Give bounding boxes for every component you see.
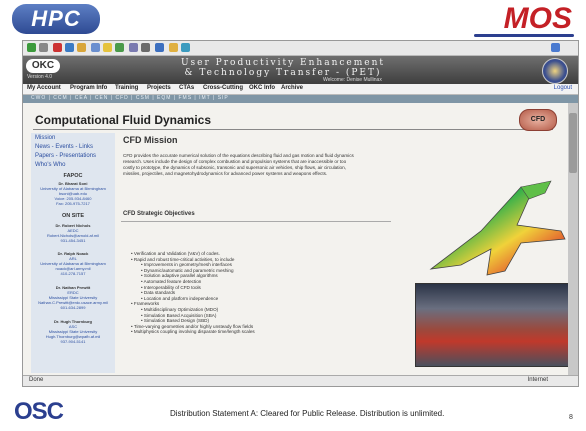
onsite-header: ON SITE <box>61 213 84 219</box>
edit-icon[interactable] <box>155 43 164 52</box>
sidebar: Mission News - Events - Links Papers - P… <box>31 133 115 373</box>
contact-line: 931-454-3451 <box>60 238 86 243</box>
jet-cfd-image <box>429 180 566 276</box>
forward-icon[interactable] <box>39 43 48 52</box>
status-text: Done <box>29 377 44 383</box>
contact-line: 937-904-5141 <box>60 339 86 344</box>
nav-my-account[interactable]: My Account <box>27 85 61 91</box>
site-title-line2: & Technology Transfer - (PET) <box>184 68 382 78</box>
objectives-heading: CFD Strategic Objectives <box>123 211 195 217</box>
nav-training[interactable]: Training <box>115 85 138 91</box>
back-icon[interactable] <box>27 43 36 52</box>
favorites-icon[interactable] <box>103 43 112 52</box>
mos-logo: MOS <box>503 2 572 35</box>
dod-seal-icon <box>542 58 568 84</box>
contact-line: 410-278-7157 <box>60 271 86 276</box>
mail-icon[interactable] <box>129 43 138 52</box>
sidebar-item-news[interactable]: News - Events - Links <box>35 144 93 150</box>
contact-card: Dr. Robert Nichols AEDC Robert.Nichols@a… <box>31 223 115 243</box>
refresh-icon[interactable] <box>65 43 74 52</box>
folder-icon[interactable] <box>169 43 178 52</box>
divider <box>33 129 553 130</box>
okc-logo[interactable]: OKC <box>26 59 60 73</box>
nav-ctas[interactable]: CTAs <box>179 85 194 91</box>
sidebar-item-papers[interactable]: Papers - Presentations <box>35 153 96 159</box>
page-content: Computational Fluid Dynamics CFD Mission… <box>23 103 571 375</box>
stop-icon[interactable] <box>53 43 62 52</box>
site-version: Version 4.0 <box>27 74 53 80</box>
security-zone: Internet <box>527 377 548 383</box>
home-icon[interactable] <box>77 43 86 52</box>
history-icon[interactable] <box>115 43 124 52</box>
list-item: • Multiphysics coupling involving dispar… <box>131 329 255 335</box>
distribution-statement: Distribution Statement A: Cleared for Pu… <box>170 409 445 418</box>
site-title-line1: User Productivity Enhancement <box>180 58 386 68</box>
messenger-icon[interactable] <box>181 43 190 52</box>
status-bar: Done Internet <box>23 375 578 386</box>
contact-card: Dr. Ralph Noack ARL University of Alabam… <box>31 251 115 276</box>
print-icon[interactable] <box>141 43 150 52</box>
mission-text: CFD provides the accurate numerical solu… <box>123 153 354 176</box>
contact-card: Dr. Bharat Soni University of Alabama at… <box>31 181 115 206</box>
site-title: User Productivity Enhancement & Technolo… <box>133 58 433 78</box>
hpc-logo: HPC <box>12 4 100 34</box>
fapoc-header: FAPOC <box>63 173 83 179</box>
page-number: 8 <box>569 414 573 421</box>
objectives-list: • Verification and Validation (V&V) of c… <box>131 251 381 335</box>
nav-cross-cutting[interactable]: Cross-Cutting <box>203 85 243 91</box>
contact-card: Dr. Hugh Thornburg ASC Mississippi State… <box>31 319 115 344</box>
browser-window: OKC Version 4.0 User Productivity Enhanc… <box>22 40 579 387</box>
cfd-badge: CFD <box>519 109 557 131</box>
sidebar-item-whos-who[interactable]: Who's Who <box>35 162 66 168</box>
terrain-simulation-image <box>415 283 571 367</box>
nav-okc-info[interactable]: OKC Info <box>249 85 275 91</box>
welcome-text: Welcome: Denise Mullinax <box>323 77 382 83</box>
cta-subnav: CWO | CCM | CEA | CEN | CFD | CSM | EQM … <box>23 95 578 103</box>
divider <box>121 221 391 222</box>
nav-program-info[interactable]: Program Info <box>70 85 107 91</box>
main-nav: My Account Program Info Training Project… <box>23 84 578 95</box>
slide-header: HPC MOS <box>0 0 586 40</box>
logout-link[interactable]: Logout <box>554 85 572 91</box>
scrollbar-thumb[interactable] <box>569 113 577 173</box>
cta-subnav-links[interactable]: CWO | CCM | CEA | CEN | CFD | CSM | EQM … <box>31 95 229 101</box>
vertical-scrollbar[interactable] <box>568 103 578 375</box>
contact-line: Fax: 205-975-7217 <box>56 201 90 206</box>
mos-swoosh <box>474 34 574 37</box>
search-icon[interactable] <box>91 43 100 52</box>
windows-logo-icon <box>551 43 560 52</box>
sidebar-item-mission[interactable]: Mission <box>35 135 55 141</box>
site-header: OKC Version 4.0 User Productivity Enhanc… <box>23 56 578 84</box>
contact-card: Dr. Nathan Prewitt ERDC Mississippi Stat… <box>31 285 115 310</box>
nav-archive[interactable]: Archive <box>281 85 303 91</box>
browser-toolbar <box>23 41 578 56</box>
contact-line: 601-634-2899 <box>60 305 86 310</box>
page-title: Computational Fluid Dynamics <box>35 113 212 127</box>
nav-projects[interactable]: Projects <box>147 85 171 91</box>
mission-heading: CFD Mission <box>123 135 178 145</box>
osc-logo: OSC <box>14 398 64 425</box>
